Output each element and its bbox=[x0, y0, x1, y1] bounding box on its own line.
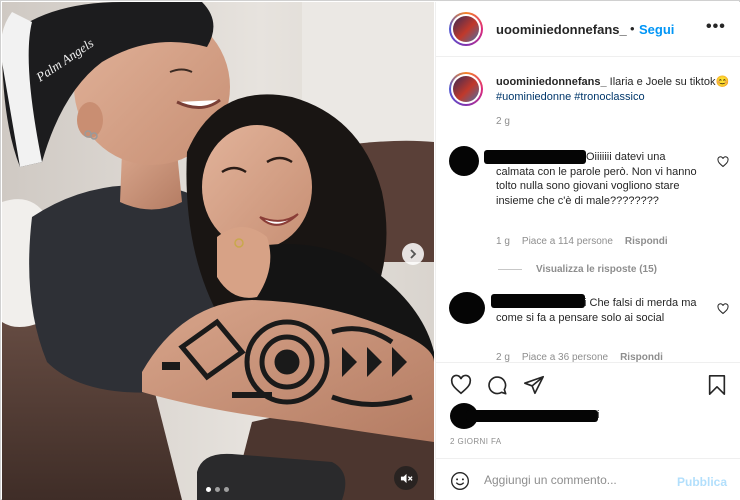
commenter-avatar-redacted bbox=[449, 146, 479, 176]
share-button[interactable] bbox=[523, 374, 545, 396]
likes-text-redacted bbox=[466, 410, 598, 422]
post-side-panel: uoominiedonnefans_ • Segui ••• uoominied… bbox=[435, 2, 740, 500]
view-replies-label: Visualizza le risposte (15) bbox=[536, 264, 657, 275]
commenter-avatar-redacted bbox=[449, 292, 485, 324]
comment-text: Oiiiiiii datevi una calmata con le parol… bbox=[496, 151, 697, 207]
like-comment-button[interactable] bbox=[717, 302, 729, 315]
instagram-post-window: Palm Angels uoominiedonnefans_ • Segui •… bbox=[0, 0, 740, 500]
heart-icon bbox=[450, 374, 472, 395]
caption-text: Ilaria e Joele su tiktok bbox=[606, 76, 716, 88]
comment-text: i Che falsi di merda ma come si fa a pen… bbox=[496, 297, 697, 324]
comment-likes[interactable]: Piace a 114 persone bbox=[522, 236, 613, 247]
comment-meta: 1 g Piace a 114 persone Rispondi bbox=[496, 236, 668, 247]
like-button[interactable] bbox=[450, 374, 472, 396]
view-replies-button[interactable]: Visualizza le risposte (15) bbox=[498, 264, 657, 275]
caption-author-avatar[interactable] bbox=[449, 72, 483, 106]
publish-button[interactable]: Pubblica bbox=[677, 475, 727, 489]
author-username[interactable]: uoominiedonnefans_ bbox=[496, 22, 627, 37]
comment-meta: 2 g Piace a 36 persone Rispondi bbox=[496, 352, 663, 362]
more-options-icon[interactable]: ••• bbox=[706, 18, 726, 36]
bookmark-icon bbox=[708, 375, 726, 395]
hashtag-link[interactable]: #uominiedonne bbox=[496, 91, 571, 103]
follow-button[interactable]: Segui bbox=[639, 22, 674, 37]
comment-timestamp[interactable]: 2 g bbox=[496, 352, 510, 362]
likes-text-tail: i bbox=[597, 409, 600, 421]
caption-timestamp[interactable]: 2 g bbox=[496, 116, 510, 127]
next-media-button[interactable] bbox=[402, 243, 424, 265]
comments-section[interactable]: uoominiedonnefans_ Ilaria e Joele su tik… bbox=[436, 58, 740, 362]
emoji-button[interactable] bbox=[450, 471, 470, 491]
save-button[interactable] bbox=[706, 374, 728, 396]
comment-likes[interactable]: Piace a 36 persone bbox=[522, 352, 608, 362]
post-actions: i 2 GIORNI FA bbox=[436, 362, 740, 458]
separator-dot: • bbox=[630, 21, 635, 36]
post-caption: uoominiedonnefans_ Ilaria e Joele su tik… bbox=[496, 75, 731, 105]
carousel-dots bbox=[206, 487, 229, 492]
comment-bubble-icon bbox=[488, 376, 507, 395]
post-header: uoominiedonnefans_ • Segui ••• bbox=[436, 2, 740, 57]
speaker-muted-icon bbox=[400, 473, 413, 483]
replies-divider bbox=[498, 269, 522, 270]
carousel-dot-active bbox=[206, 487, 211, 492]
hashtag-link[interactable]: #tronoclassico bbox=[574, 91, 644, 103]
heart-icon bbox=[717, 303, 729, 315]
add-comment-bar: Pubblica bbox=[436, 458, 740, 500]
post-media[interactable]: Palm Angels bbox=[2, 2, 434, 500]
comment-timestamp[interactable]: 1 g bbox=[496, 236, 510, 247]
post-photo: Palm Angels bbox=[2, 2, 434, 500]
carousel-dot bbox=[215, 487, 220, 492]
like-comment-button[interactable] bbox=[717, 155, 729, 168]
smiley-icon bbox=[451, 472, 469, 490]
mute-button[interactable] bbox=[394, 466, 418, 490]
heart-icon bbox=[717, 156, 729, 168]
reply-button[interactable]: Rispondi bbox=[620, 352, 663, 362]
author-avatar[interactable] bbox=[449, 12, 483, 46]
chevron-right-icon bbox=[410, 249, 417, 259]
comment-button[interactable] bbox=[486, 374, 508, 396]
carousel-dot bbox=[224, 487, 229, 492]
reply-button[interactable]: Rispondi bbox=[625, 236, 668, 247]
comment-input[interactable] bbox=[484, 470, 674, 490]
smile-emoji-icon: 😊 bbox=[715, 76, 730, 88]
paper-plane-icon bbox=[524, 375, 544, 395]
caption-username[interactable]: uoominiedonnefans_ bbox=[496, 76, 607, 88]
post-time-ago[interactable]: 2 GIORNI FA bbox=[450, 437, 502, 446]
